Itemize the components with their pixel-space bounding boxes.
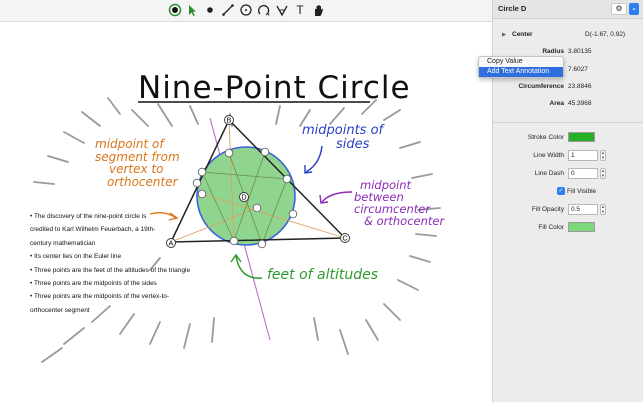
annotation-blue: midpoints of sides [302, 123, 384, 152]
property-center[interactable]: ▶ Center D(-1.67, 0.92) [493, 31, 643, 43]
context-menu: Copy Value Add Text Annotation [478, 56, 564, 78]
bullet-line: • Its center lies on the Euler line [30, 253, 122, 261]
select-arrow-icon[interactable] [184, 2, 200, 18]
fill-opacity-field[interactable]: 0.5 [568, 204, 598, 215]
annotation-green: feet of altitudes [267, 267, 379, 283]
fill-color-row: Fill Color [493, 222, 643, 234]
diameter-value: 7.6027 [568, 66, 588, 73]
bullet-line: • Three points are the midpoints of the … [30, 293, 170, 301]
center-label-d[interactable]: D [241, 195, 246, 202]
stroke-color-row: Stroke Color [493, 132, 643, 144]
bullet-line: • The discovery of the nine-point circle… [30, 213, 147, 220]
divider [493, 122, 643, 123]
arc-tool-icon[interactable] [256, 2, 272, 18]
drawing-canvas[interactable]: B A C D Nine-Point Circle midpoint of se… [0, 22, 492, 402]
radius-label: Radius [542, 48, 564, 55]
stroke-color-label: Stroke Color [527, 134, 564, 141]
bullet-line: credited to Karl Wilhelm Feuerbach, a 19… [30, 226, 156, 234]
fill-opacity-stepper[interactable]: ▲ ▼ [600, 204, 606, 215]
menu-item-copy-value[interactable]: Copy Value [479, 57, 563, 67]
line-dash-field[interactable]: 0 [568, 168, 598, 179]
vertex-label-c[interactable]: C [342, 236, 347, 243]
fill-visible-row: ✓ Fill Visible [493, 186, 643, 198]
annotation-purple: midpoint between circumcenter & orthocen… [354, 178, 445, 229]
stroke-color-swatch[interactable] [568, 132, 595, 142]
inspector-header: Circle D ⚙ ⌄ [493, 0, 643, 19]
canvas-title: Nine-Point Circle [138, 70, 411, 106]
disclosure-triangle-icon[interactable]: ▶ [502, 32, 506, 38]
chevron-down-icon[interactable]: ⌄ [629, 3, 639, 15]
area-value: 45.3968 [568, 100, 592, 107]
fill-opacity-label: Fill Opacity [531, 206, 564, 213]
line-width-field[interactable]: 1 [568, 150, 598, 161]
angle-tool-icon[interactable] [274, 2, 290, 18]
fill-color-swatch[interactable] [568, 222, 595, 232]
circumference-value: 23.8846 [568, 83, 592, 90]
bullet-line: orthocenter segment [30, 306, 90, 314]
vertex-label-b[interactable]: B [227, 118, 232, 125]
area-label: Area [549, 100, 564, 107]
bullet-line: • Three points are the feet of the altit… [30, 266, 191, 274]
line-dash-stepper[interactable]: ▲ ▼ [600, 168, 606, 179]
inspector-title: Circle D [498, 4, 527, 13]
line-tool-icon[interactable] [220, 2, 236, 18]
dot-icon[interactable] [202, 2, 218, 18]
bullet-line: • Three points are the midpoints of the … [30, 280, 157, 288]
line-width-label: Line Width [533, 152, 564, 159]
circle-tool-icon[interactable] [238, 2, 254, 18]
center-label: Center [512, 31, 533, 38]
circumference-label: Circumference [518, 83, 564, 90]
hand-tool-icon[interactable] [310, 2, 326, 18]
property-area[interactable]: Area 45.3968 [493, 100, 643, 112]
center-value: D(-1.67, 0.92) [585, 31, 626, 38]
property-circumference[interactable]: Circumference 23.8846 [493, 83, 643, 95]
radius-value: 3.80135 [568, 48, 592, 55]
annotation-orange: midpoint of segment from vertex to ortho… [95, 137, 180, 189]
fill-visible-label: Fill Visible [567, 188, 597, 195]
line-dash-row: Line Dash 0 ▲ ▼ [493, 168, 643, 180]
line-width-stepper[interactable]: ▲ ▼ [600, 150, 606, 161]
fill-opacity-row: Fill Opacity 0.5 ▲ ▼ [493, 204, 643, 216]
text-tool-icon[interactable]: T [292, 2, 308, 18]
point-tool-icon[interactable] [167, 2, 183, 18]
line-dash-label: Line Dash [534, 170, 564, 177]
fill-color-label: Fill Color [538, 224, 564, 231]
gear-icon[interactable]: ⚙ [611, 3, 627, 15]
bullet-line: century mathematician [30, 239, 96, 247]
drawing-toolbar: T [0, 0, 492, 22]
bullet-notes: • The discovery of the nine-point circle… [30, 210, 205, 317]
fill-visible-checkbox[interactable]: ✓ [557, 187, 565, 195]
line-width-row: Line Width 1 ▲ ▼ [493, 150, 643, 162]
menu-item-add-text-annotation[interactable]: Add Text Annotation [479, 67, 563, 77]
